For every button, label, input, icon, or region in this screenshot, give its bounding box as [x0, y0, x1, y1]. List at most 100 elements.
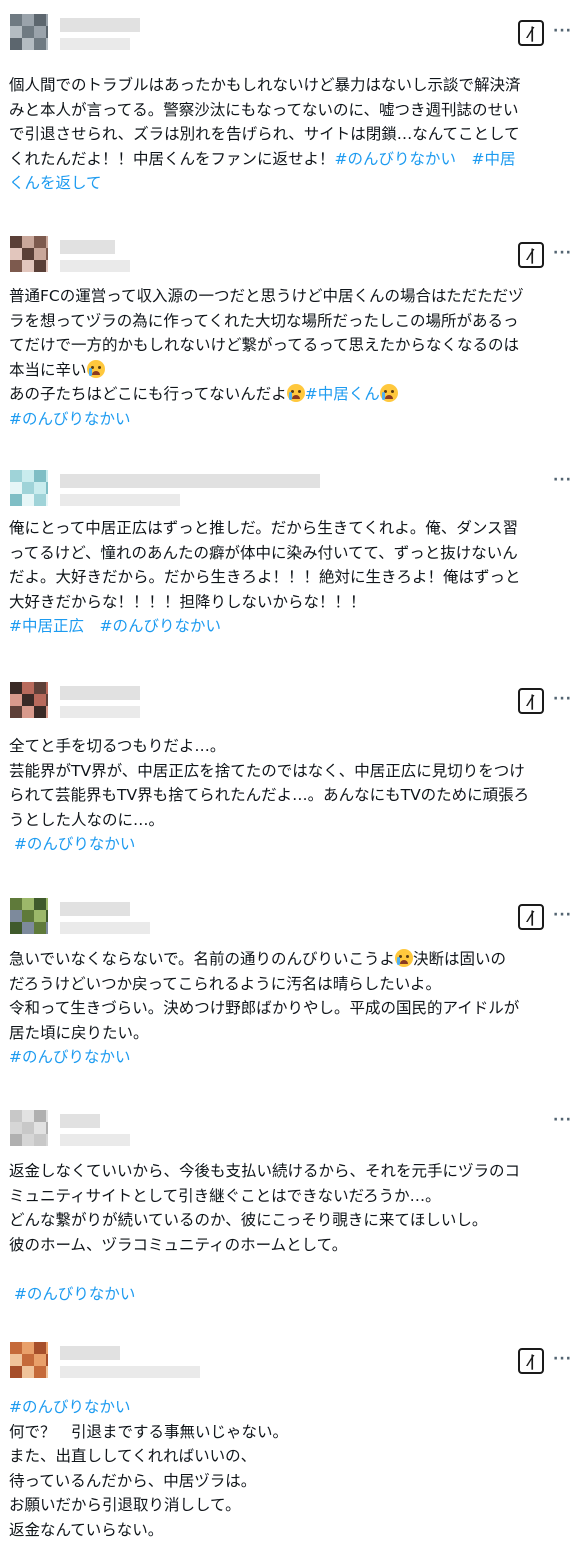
avatar[interactable] — [10, 1110, 48, 1148]
text-segment: られて芸能界もTV界も捨てられたんだよ…。あんなにもTVのために頑張ろ — [9, 786, 530, 804]
grok-icon[interactable]: ⁄| — [518, 1348, 544, 1374]
post-text-line: #のんびりなかい — [9, 1395, 575, 1420]
post-header: ··· — [0, 1096, 583, 1156]
post-header: ⁄| ··· — [0, 0, 583, 60]
blurred-username[interactable] — [60, 474, 320, 488]
avatar[interactable] — [10, 1342, 48, 1380]
more-options-icon[interactable]: ··· — [553, 691, 572, 707]
post-text-line: あの子たちはどこにも行ってないんだよ #中居くん — [9, 382, 575, 407]
post-text: 全てと手を切るつもりだよ…。 芸能界がTV界が、中居正広を捨てたのではなく、中居正… — [9, 734, 575, 857]
blurred-username[interactable] — [60, 902, 130, 916]
text-segment: 俺にとって中居正広はずっと推しだ。だから生きてくれよ。俺、ダンス習 — [9, 519, 519, 537]
text-segment: 返金なんていらない。 — [9, 1520, 164, 1539]
post-text-line: 個人間でのトラブルはあったかもしれないけど暴力はないし示談で解決済 — [9, 73, 575, 98]
text-segment: 決断は固いの — [412, 950, 506, 968]
post-text-line: 返金なんていらない。 — [9, 1518, 575, 1543]
text-segment: 令和って生きづらい。決めつけ野郎ばかりやし。平成の国民的アイドルが — [9, 999, 520, 1017]
post-text-line: だよ。大好きだから。だから生きろよ！！！絶対に生きろよ！俺はずっと — [9, 565, 575, 590]
post-5: ⁄| ··· 急いでいなくならないで。名前の通りのんびりいこうよ 決断は固いの だろうけ… — [0, 884, 583, 1080]
post-text-line: 何で？ 引退までする事無いじゃない。 — [9, 1420, 575, 1445]
text-segment: で引退させられ、ズラは別れを告げられ、サイトは閉鎖…なんてことして — [9, 125, 520, 143]
grok-icon[interactable]: ⁄| — [518, 904, 544, 930]
more-options-icon[interactable]: ··· — [553, 907, 572, 923]
grok-icon[interactable]: ⁄| — [518, 242, 544, 268]
more-options-icon[interactable]: ··· — [553, 1351, 572, 1367]
text-segment: 返金しなくていいから、今後も支払い続けるから、それを元手にヅラのコ — [9, 1162, 521, 1180]
grok-icon[interactable]: ⁄| — [518, 688, 544, 714]
post-text-line: #中居正広 #のんびりなかい — [9, 614, 575, 639]
loudly-crying-face-icon — [286, 384, 305, 402]
post-text-line: 令和って生きづらい。決めつけ野郎ばかりやし。平成の国民的アイドルが — [9, 996, 575, 1021]
post-text-line: #のんびりなかい — [9, 1282, 575, 1307]
more-options-icon[interactable]: ··· — [553, 23, 572, 39]
post-text-line: で引退させられ、ズラは別れを告げられ、サイトは閉鎖…なんてことして — [9, 122, 575, 147]
text-segment: 個人間でのトラブルはあったかもしれないけど暴力はないし示談で解決済 — [9, 76, 521, 94]
hashtag-link[interactable]: #のんびりなかい #中居 — [335, 150, 516, 168]
post-text-line: 芸能界がTV界が、中居正広を捨てたのではなく、中居正広に見切りをつけ — [9, 759, 575, 784]
post-text-line: 返金しなくていいから、今後も支払い続けるから、それを元手にヅラのコ — [9, 1159, 575, 1184]
post-text-line: 居た頃に戻りたい。 — [9, 1021, 575, 1046]
avatar[interactable] — [10, 898, 48, 936]
text-segment: だろうけどいつか戻ってこられるように汚名は晴らしたいよ。 — [9, 974, 441, 993]
post-header: ··· — [0, 456, 583, 516]
grok-icon[interactable]: ⁄| — [518, 20, 544, 46]
post-text-line: また、出直ししてくれればいいの、 — [9, 1444, 575, 1469]
more-options-icon[interactable]: ··· — [553, 245, 572, 261]
post-text-line: 俺にとって中居正広はずっと推しだ。だから生きてくれよ。俺、ダンス習 — [9, 516, 575, 541]
post-text-line: てだけで一方的かもしれないけど繋がってるって思えたからなくなるのは — [9, 333, 575, 358]
post-text-line: うとした人なのに…。 — [9, 808, 575, 833]
blurred-handle — [60, 1134, 130, 1146]
hashtag-link[interactable]: #中居くん — [305, 385, 380, 403]
post-text-line: だろうけどいつか戻ってこられるように汚名は晴らしたいよ。 — [9, 972, 575, 997]
blurred-username[interactable] — [60, 240, 115, 254]
post-text-line: 本当に辛い — [9, 358, 575, 383]
loudly-crying-face-icon — [394, 949, 413, 967]
hashtag-link[interactable]: #中居正広 #のんびりなかい — [9, 617, 221, 635]
blurred-handle — [60, 706, 140, 718]
more-options-icon[interactable]: ··· — [553, 1112, 572, 1128]
post-header: ⁄| ··· — [0, 222, 583, 282]
avatar[interactable] — [10, 236, 48, 274]
hashtag-link[interactable]: #のんびりなかい — [9, 1285, 136, 1303]
hashtag-link[interactable]: くんを返して — [9, 174, 102, 192]
post-text-line: #のんびりなかい — [9, 407, 575, 432]
post-text-line: 彼のホーム、ヅラコミュニティのホームとして。 — [9, 1233, 575, 1258]
text-segment — [9, 1260, 14, 1278]
post-text: 俺にとって中居正広はずっと推しだ。だから生きてくれよ。俺、ダンス習ってるけど、憧… — [9, 516, 575, 639]
post-header: ⁄| ··· — [0, 884, 583, 944]
more-options-icon[interactable]: ··· — [553, 472, 572, 488]
text-segment: また、出直ししてくれればいいの、 — [9, 1447, 257, 1465]
avatar[interactable] — [10, 682, 48, 720]
hashtag-link[interactable]: #のんびりなかい — [9, 410, 131, 428]
text-segment: 芸能界がTV界が、中居正広を捨てたのではなく、中居正広に見切りをつけ — [9, 761, 525, 780]
blurred-handle — [60, 1366, 200, 1378]
text-segment: ミュニティサイトとして引き継ぐことはできないだろうか…。 — [9, 1186, 441, 1205]
post-text-line: くれたんだよ！！中居くんをファンに返せよ！#のんびりなかい #中居 — [9, 147, 575, 172]
hashtag-link[interactable]: #のんびりなかい — [9, 835, 136, 853]
blurred-username[interactable] — [60, 1346, 120, 1360]
avatar[interactable] — [10, 14, 48, 52]
text-segment: ラを想ってヅラの為に作ってくれた大切な場所だったしこの場所があるっ — [9, 311, 519, 330]
post-text-line: お願いだから引退取り消しして。 — [9, 1493, 575, 1518]
post-text-line: どんな繋がりが続いているのか、彼にこっそり覗きに来てほしいし。 — [9, 1208, 575, 1233]
post-1: ⁄| ··· 個人間でのトラブルはあったかもしれないけど暴力はないし示談で解決済 みと… — [0, 0, 583, 205]
post-header: ⁄| ··· — [0, 668, 583, 728]
post-text-line: ってるけど、憧れのあんたの癖が体中に染み付いてて、ずっと抜けないん — [9, 541, 575, 566]
post-header: ⁄| ··· — [0, 1328, 583, 1388]
blurred-handle — [60, 38, 130, 50]
hashtag-link[interactable]: #のんびりなかい — [9, 1398, 131, 1416]
post-text-line: 待っているんだから、中居ヅラは。 — [9, 1469, 575, 1494]
post-6: ··· 返金しなくていいから、今後も支払い続けるから、それを元手にヅラのコ ミュニテ… — [0, 1096, 583, 1318]
text-segment: 大好きだからな！！！！担降りしないからな！！！ — [9, 592, 366, 611]
post-text-line — [9, 1257, 575, 1282]
hashtag-link[interactable]: #のんびりなかい — [9, 1048, 131, 1066]
post-text-line: ラを想ってヅラの為に作ってくれた大切な場所だったしこの場所があるっ — [9, 309, 575, 334]
text-segment: 待っているんだから、中居ヅラは。 — [9, 1471, 257, 1490]
text-segment: あの子たちはどこにも行ってないんだよ — [9, 385, 287, 403]
blurred-username[interactable] — [60, 686, 140, 700]
avatar[interactable] — [10, 470, 48, 508]
text-segment: 何で？ 引退までする事無いじゃない。 — [9, 1422, 289, 1441]
blurred-username[interactable] — [60, 1114, 100, 1128]
blurred-username[interactable] — [60, 18, 140, 32]
text-segment: うとした人なのに…。 — [9, 810, 165, 829]
